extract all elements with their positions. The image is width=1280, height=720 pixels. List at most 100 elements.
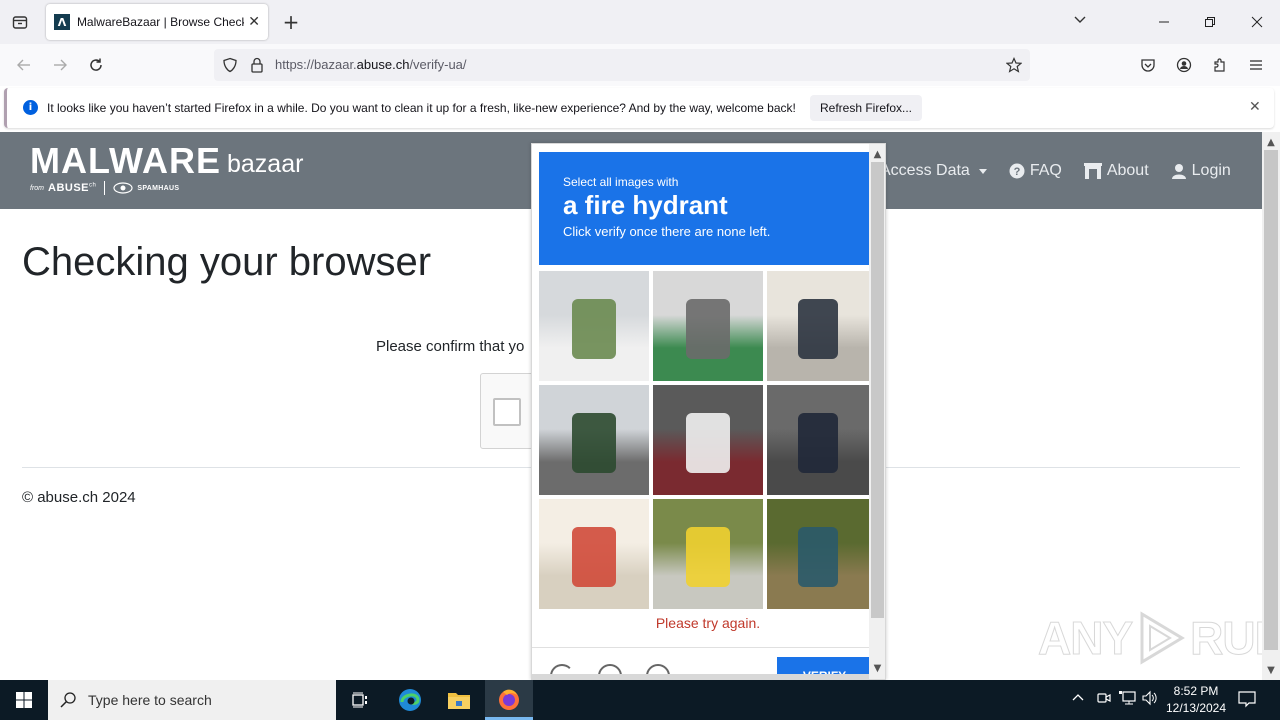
- reload-button[interactable]: [84, 53, 108, 77]
- url-text[interactable]: https://bazaar.abuse.ch/verify-ua/: [275, 57, 467, 72]
- logo-attribution: from ABUSEch SPAMHAUS: [30, 181, 179, 195]
- nav-login[interactable]: Login: [1171, 162, 1231, 180]
- camera-icon: [1097, 693, 1111, 703]
- address-bar[interactable]: https://bazaar.abuse.ch/verify-ua/: [214, 49, 1030, 81]
- folder-icon: [448, 693, 470, 709]
- minimize-button[interactable]: [1152, 10, 1176, 34]
- challenge-tile-6[interactable]: [767, 385, 869, 495]
- taskbar-search[interactable]: Type here to search: [48, 680, 336, 720]
- chevron-up-icon: [1072, 694, 1084, 701]
- anyrun-watermark: ANY RUN: [1037, 610, 1262, 666]
- firefox-icon: [499, 689, 519, 710]
- user-icon: [1171, 164, 1186, 179]
- logo-bazaar[interactable]: bazaar: [227, 150, 303, 179]
- tile-subject: [572, 526, 616, 587]
- pocket-button[interactable]: [1136, 53, 1160, 77]
- scroll-down-icon[interactable]: ▼: [1262, 662, 1280, 678]
- puzzle-piece-icon: [1214, 58, 1225, 72]
- tile-subject: [797, 298, 839, 359]
- firefox-taskbar-button[interactable]: [485, 680, 533, 720]
- close-window-button[interactable]: [1245, 10, 1269, 34]
- captcha-checkbox[interactable]: [493, 398, 521, 426]
- network-tray-icon[interactable]: [1118, 690, 1136, 710]
- refresh-firefox-button[interactable]: Refresh Firefox...: [810, 95, 922, 121]
- page-scrollbar[interactable]: ▲ ▼: [1262, 132, 1280, 680]
- volume-tray-icon[interactable]: [1142, 690, 1160, 710]
- tile-subject: [686, 298, 730, 359]
- hamburger-menu-icon: [1250, 60, 1262, 70]
- bookmark-star-icon[interactable]: [1006, 57, 1022, 73]
- arrow-right-icon: [54, 59, 67, 71]
- info-icon: i: [23, 100, 38, 115]
- scroll-up-icon[interactable]: ▲: [1262, 134, 1280, 150]
- chevron-down-icon: [1074, 16, 1086, 23]
- challenge-scrollbar-thumb[interactable]: [871, 162, 884, 618]
- tile-subject: [572, 298, 616, 359]
- forward-button[interactable]: [48, 53, 72, 77]
- restore-button[interactable]: [1198, 10, 1222, 34]
- prompt-target: a fire hydrant: [563, 190, 728, 220]
- logo-malware[interactable]: MALWARE: [30, 140, 221, 182]
- tile-subject: [797, 412, 839, 473]
- logo-from-text: from: [30, 184, 44, 192]
- notification-close-icon[interactable]: ✕: [1249, 99, 1261, 115]
- challenge-tile-3[interactable]: [767, 271, 869, 381]
- challenge-tile-7[interactable]: [539, 499, 649, 609]
- firefox-refresh-notification: i It looks like you haven’t started Fire…: [4, 88, 1274, 128]
- hcaptcha-challenge: Select all images with a fire hydrant Cl…: [531, 143, 886, 680]
- windows-taskbar: Type here to search 8:52 PM 12/13/2024: [0, 680, 1280, 720]
- meet-now-tray-icon[interactable]: [1096, 690, 1112, 710]
- notification-message: It looks like you haven’t started Firefo…: [47, 101, 796, 115]
- spamhaus-logo-icon: [113, 182, 133, 194]
- nav-access-data[interactable]: Access Data: [880, 162, 987, 180]
- nav-faq[interactable]: ? FAQ: [1009, 162, 1062, 180]
- app-menu-button[interactable]: [1244, 53, 1268, 77]
- challenge-scroll-down-icon[interactable]: ▼: [869, 660, 885, 676]
- nav-access-data-label: Access Data: [880, 162, 970, 179]
- url-prefix: https://bazaar.: [275, 57, 357, 72]
- clock-date: 12/13/2024: [1165, 701, 1227, 715]
- challenge-scrollbar[interactable]: ▲ ▼: [869, 144, 885, 679]
- challenge-footer-divider: [532, 647, 870, 648]
- account-button[interactable]: [1172, 53, 1196, 77]
- file-explorer-taskbar-button[interactable]: [435, 680, 483, 720]
- task-view-button[interactable]: [336, 680, 384, 720]
- question-circle-icon: ?: [1009, 163, 1025, 179]
- action-center-button[interactable]: [1238, 690, 1256, 712]
- minimize-icon: [1159, 21, 1169, 23]
- tab-close-icon[interactable]: ✕: [248, 14, 260, 30]
- watermark-any: ANY: [1037, 612, 1133, 665]
- challenge-tile-4[interactable]: [539, 385, 649, 495]
- edge-taskbar-button[interactable]: [386, 680, 434, 720]
- show-hidden-icons-button[interactable]: [1071, 690, 1085, 708]
- tracking-protection-shield-icon[interactable]: [222, 57, 238, 73]
- arrow-left-icon: [17, 59, 30, 71]
- lock-icon[interactable]: [250, 57, 264, 73]
- challenge-scroll-up-icon[interactable]: ▲: [869, 146, 885, 162]
- extensions-button[interactable]: [1208, 53, 1232, 77]
- browser-tab-bar: Λ MalwareBazaar | Browse Checki ✕ +: [0, 0, 1280, 44]
- browser-tab-active[interactable]: Λ MalwareBazaar | Browse Checki ✕: [46, 4, 268, 40]
- challenge-error-message: Please try again.: [655, 615, 761, 631]
- prompt-line-3: Click verify once there are none left.: [563, 224, 771, 239]
- system-clock[interactable]: 8:52 PM 12/13/2024: [1164, 683, 1228, 717]
- challenge-tile-9[interactable]: [767, 499, 869, 609]
- list-all-tabs-button[interactable]: [1072, 12, 1088, 32]
- url-domain: abuse.ch: [356, 57, 410, 72]
- start-button[interactable]: [0, 680, 48, 720]
- challenge-tile-2[interactable]: [653, 271, 763, 381]
- pocket-icon: [1141, 59, 1155, 72]
- firefox-view-button[interactable]: [8, 10, 32, 34]
- new-tab-button[interactable]: +: [280, 10, 302, 34]
- challenge-tile-1[interactable]: [539, 271, 649, 381]
- abuse-sup: ch: [89, 182, 97, 189]
- challenge-tile-8[interactable]: [653, 499, 763, 609]
- nav-about[interactable]: About: [1083, 162, 1149, 180]
- back-button[interactable]: [12, 53, 36, 77]
- tab-title: MalwareBazaar | Browse Checki: [76, 15, 245, 29]
- page-scrollbar-thumb[interactable]: [1264, 150, 1278, 650]
- page-title: Checking your browser: [22, 240, 432, 284]
- url-path: /verify-ua/: [409, 57, 467, 72]
- challenge-tile-5[interactable]: [653, 385, 763, 495]
- malwarebazaar-favicon-icon: Λ: [54, 14, 70, 30]
